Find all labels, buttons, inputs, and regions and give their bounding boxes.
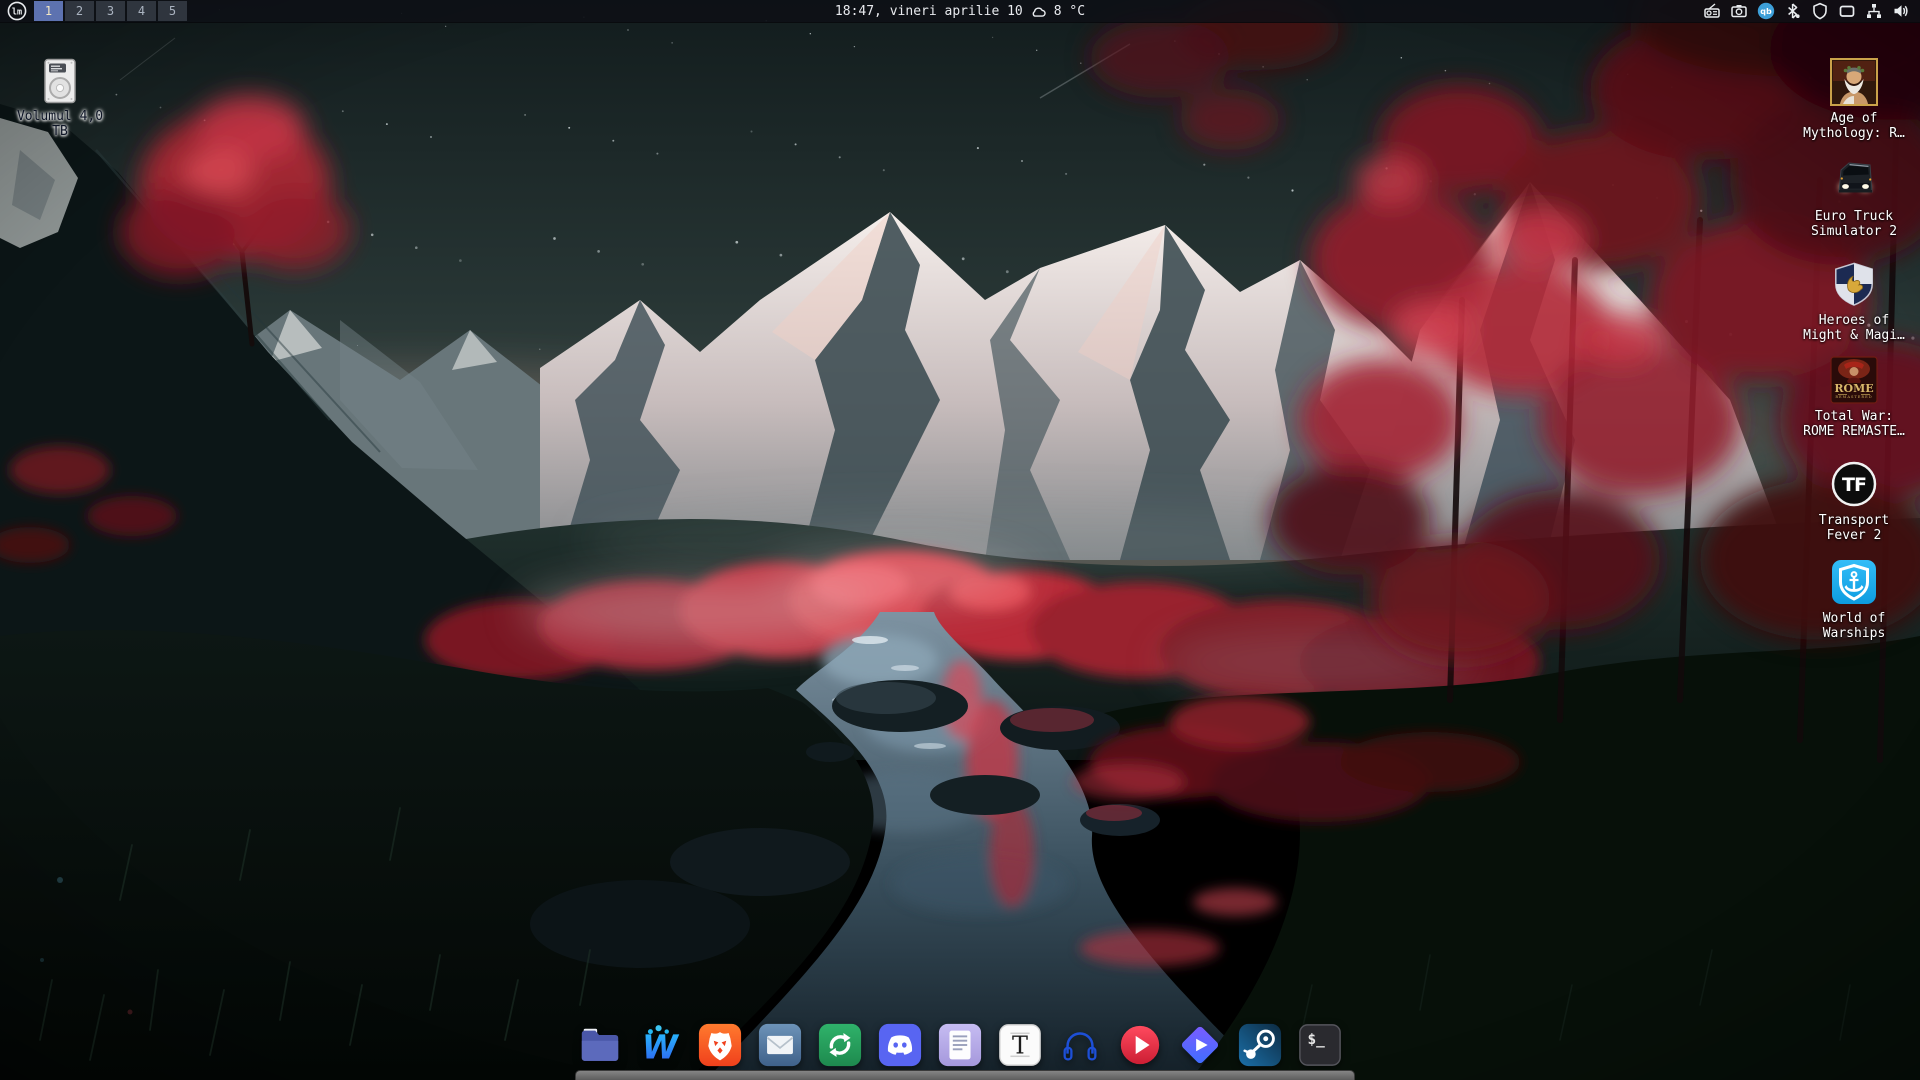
shortcut-label: Euro Truck	[1811, 209, 1897, 224]
heroes-shield-icon	[1831, 260, 1877, 308]
shortcut-label: World of	[1823, 611, 1886, 626]
dock-item-brave[interactable]	[697, 1022, 743, 1068]
dock-item-typora[interactable]: T	[997, 1022, 1043, 1068]
svg-text:TF: TF	[1842, 474, 1866, 496]
desktop-icon-world-of-warships[interactable]: World of Warships	[1789, 558, 1919, 641]
workspace-switcher: 1 2 3 4 5	[34, 0, 187, 22]
rome-remastered-icon: ROME REMASTERED	[1830, 356, 1878, 404]
dock-item-discord[interactable]	[877, 1022, 923, 1068]
wallpaper-mountain-landscape	[0, 0, 1920, 1080]
shortcut-label: ROME REMASTE…	[1803, 424, 1905, 439]
dock: W	[577, 1022, 1343, 1068]
shortcut-label: Might & Magi…	[1803, 328, 1905, 343]
brave-icon	[697, 1022, 743, 1068]
cloud-icon	[1030, 4, 1047, 18]
workspace-button-2[interactable]: 2	[65, 1, 94, 21]
shortcut-label: Transport	[1819, 513, 1889, 528]
dock-item-notes[interactable]	[937, 1022, 983, 1068]
headphones-icon	[1057, 1022, 1103, 1068]
system-tray: qb	[1702, 0, 1920, 22]
mint-menu-button[interactable]: lm	[0, 0, 34, 22]
drive-label-line2: TB	[52, 124, 68, 139]
hard-drive-icon	[38, 58, 82, 104]
dock-item-headphones[interactable]	[1057, 1022, 1103, 1068]
notes-icon	[937, 1022, 983, 1068]
workspace-button-5[interactable]: 5	[158, 1, 187, 21]
desktop: lm 1 2 3 4 5 18:47, vineri aprilie 10 8 …	[0, 0, 1920, 1080]
svg-text:W: W	[642, 1028, 680, 1066]
clock-weather-applet[interactable]: 18:47, vineri aprilie 10 8 °C	[835, 0, 1085, 22]
network-icon[interactable]	[1864, 1, 1884, 21]
qbittorrent-icon[interactable]: qb	[1756, 1, 1776, 21]
world-of-warships-icon	[1830, 558, 1878, 606]
drive-label-line1: Volumul 4,0	[17, 109, 103, 124]
dock-item-waterfox[interactable]: W	[637, 1022, 683, 1068]
desktop-icon-euro-truck-simulator-2[interactable]: Euro Truck Simulator 2	[1789, 156, 1919, 239]
discord-icon	[877, 1022, 923, 1068]
transport-fever-2-icon: TF	[1830, 460, 1878, 508]
mint-logo-icon: lm	[7, 1, 27, 21]
panel-left: lm 1 2 3 4 5	[0, 0, 187, 22]
svg-text:T: T	[1012, 1032, 1028, 1060]
steam-icon	[1237, 1022, 1283, 1068]
desktop-icon-age-of-mythology[interactable]: Age of Mythology: R…	[1789, 58, 1919, 141]
dock-item-sync[interactable]	[817, 1022, 863, 1068]
svg-text:qb: qb	[1760, 7, 1772, 16]
shortcut-label: Warships	[1823, 626, 1886, 641]
shortcut-label: Mythology: R…	[1803, 126, 1905, 141]
shortcut-label: Age of	[1803, 111, 1905, 126]
workspace-button-4[interactable]: 4	[127, 1, 156, 21]
radio-icon[interactable]	[1702, 1, 1722, 21]
sync-icon	[817, 1022, 863, 1068]
shortcut-label: Fever 2	[1819, 528, 1889, 543]
volume-icon[interactable]	[1891, 1, 1911, 21]
file-manager-icon	[577, 1022, 623, 1068]
terminal-icon: $_	[1297, 1022, 1343, 1068]
shortcut-label: Heroes of	[1803, 313, 1905, 328]
desktop-icon-total-war-rome-remastered[interactable]: ROME REMASTERED Total War: ROME REMASTE…	[1789, 356, 1919, 439]
bluetooth-icon[interactable]	[1783, 1, 1803, 21]
workspace-button-1[interactable]: 1	[34, 1, 63, 21]
svg-text:REMASTERED: REMASTERED	[1835, 395, 1872, 399]
stremio-icon	[1177, 1022, 1223, 1068]
dock-item-terminal[interactable]: $_	[1297, 1022, 1343, 1068]
euro-truck-simulator-2-icon	[1830, 156, 1878, 204]
svg-text:lm: lm	[12, 7, 22, 17]
shortcut-label: Simulator 2	[1811, 224, 1897, 239]
temperature-text: 8 °C	[1054, 4, 1085, 19]
screen-icon[interactable]	[1837, 1, 1857, 21]
svg-text:ROME: ROME	[1834, 382, 1873, 395]
top-panel: lm 1 2 3 4 5 18:47, vineri aprilie 10 8 …	[0, 0, 1920, 23]
desktop-icon-heroes-of-might-and-magic[interactable]: Heroes of Might & Magi…	[1789, 260, 1919, 343]
media-player-icon	[1117, 1022, 1163, 1068]
shortcut-label: Total War:	[1803, 409, 1905, 424]
dock-item-mail[interactable]	[757, 1022, 803, 1068]
dock-item-file-manager[interactable]	[577, 1022, 623, 1068]
hidden-window-bar[interactable]	[575, 1070, 1355, 1080]
dock-item-steam[interactable]	[1237, 1022, 1283, 1068]
clock-text: 18:47, vineri aprilie 10	[835, 4, 1023, 19]
waterfox-icon: W	[637, 1022, 683, 1068]
mail-icon	[757, 1022, 803, 1068]
age-of-mythology-icon	[1830, 58, 1878, 106]
desktop-icon-transport-fever-2[interactable]: TF Transport Fever 2	[1789, 460, 1919, 543]
shield-icon[interactable]	[1810, 1, 1830, 21]
camera-icon[interactable]	[1729, 1, 1749, 21]
svg-text:$_: $_	[1308, 1032, 1326, 1048]
workspace-button-3[interactable]: 3	[96, 1, 125, 21]
typora-icon: T	[997, 1022, 1043, 1068]
dock-item-stremio[interactable]	[1177, 1022, 1223, 1068]
desktop-icon-volume-drive[interactable]: Volumul 4,0 TB	[8, 58, 112, 139]
dock-item-media-player[interactable]	[1117, 1022, 1163, 1068]
